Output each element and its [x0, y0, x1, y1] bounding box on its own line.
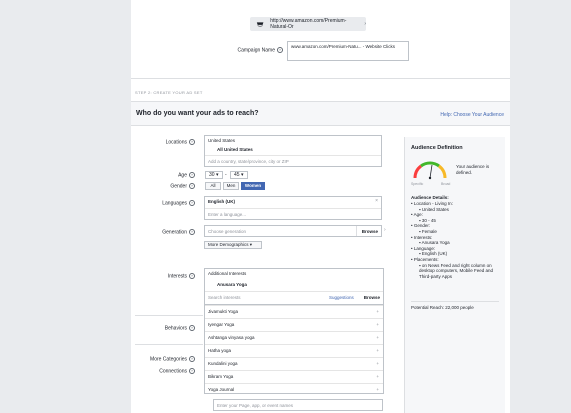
- audience-title: Audience Definition: [411, 145, 463, 151]
- age-min-select[interactable]: 30 ▾: [205, 171, 223, 179]
- audience-status: Your audience is defined.: [456, 164, 490, 175]
- help-icon[interactable]: ?: [189, 139, 195, 145]
- age-separator: -: [225, 172, 227, 178]
- interests-browse-button[interactable]: Browse: [364, 295, 380, 300]
- generation-browse-button[interactable]: Browse: [362, 229, 378, 234]
- campaign-name-label: Campaign Name?: [227, 47, 283, 53]
- gauge-label-specific: Specific: [411, 182, 424, 186]
- suggestions-link[interactable]: Suggestions: [329, 295, 354, 300]
- campaign-name-value: www.amazon.com/Premium-Natu... - Website…: [291, 44, 395, 49]
- amazon-smile-icon: [256, 22, 264, 27]
- list-item[interactable]: Bikram Yoga +: [205, 370, 383, 382]
- audience-details-list: • Location - Living In: ▪ United States …: [411, 201, 503, 279]
- help-icon[interactable]: ?: [189, 172, 195, 178]
- add-icon: +: [376, 322, 379, 327]
- divider: [135, 315, 203, 316]
- gender-women-button[interactable]: Women: [241, 182, 265, 190]
- list-item[interactable]: Iyengar Yoga +: [205, 318, 383, 330]
- language-selected: English (UK): [208, 199, 235, 204]
- more-categories-label: More Categories?: [131, 356, 195, 362]
- url-preview[interactable]: http://www.amazon.com/Premium-Natural-Or…: [250, 17, 366, 31]
- audience-gauge-icon: [413, 161, 447, 180]
- audience-details-title: Audience Details:: [411, 195, 449, 200]
- help-icon[interactable]: ?: [189, 356, 195, 362]
- connections-input[interactable]: Enter your Page, app, or event names: [213, 399, 383, 411]
- add-icon: +: [376, 309, 379, 314]
- more-demographics-button[interactable]: More Demographics ▾: [204, 241, 262, 249]
- connections-placeholder: Enter your Page, app, or event names: [217, 403, 294, 408]
- help-icon[interactable]: ?: [189, 183, 195, 189]
- list-item[interactable]: Hatha yoga +: [205, 344, 383, 356]
- list-item[interactable]: Jivamukti Yoga +: [205, 305, 383, 317]
- help-icon[interactable]: ?: [277, 47, 283, 53]
- interest-search-input[interactable]: Search interests Suggestions Browse: [205, 291, 383, 305]
- locations-label: Locations?: [131, 139, 195, 145]
- interests-header: Additional Interests: [208, 271, 247, 276]
- add-icon: +: [376, 387, 379, 392]
- campaign-section: http://www.amazon.com/Premium-Natural-Or…: [131, 0, 510, 79]
- divider: [135, 344, 203, 345]
- add-icon: +: [376, 348, 379, 353]
- location-placeholder: Add a country, state/province, city or Z…: [208, 159, 289, 164]
- locations-box: United States All United States Add a co…: [204, 135, 382, 167]
- languages-label: Languages?: [131, 200, 195, 206]
- add-icon: +: [376, 361, 379, 366]
- help-icon[interactable]: ?: [189, 229, 195, 235]
- divider: [411, 301, 499, 302]
- location-included: All United States: [217, 147, 253, 152]
- location-search-input[interactable]: Add a country, state/province, city or Z…: [205, 155, 381, 168]
- help-choose-audience-link[interactable]: Help: Choose Your Audience: [440, 112, 504, 118]
- behaviors-label: Behaviors?: [131, 325, 195, 331]
- generation-label: Generation?: [131, 229, 195, 235]
- campaign-name-input[interactable]: www.amazon.com/Premium-Natu... - Website…: [287, 41, 409, 61]
- age-max-select[interactable]: 45 ▾: [230, 171, 248, 179]
- interest-selected: Anusara Yoga: [217, 282, 247, 287]
- divider: [356, 226, 357, 236]
- interest-search-placeholder: Search interests: [208, 295, 241, 300]
- interests-box: Additional Interests Anusara Yoga Search…: [204, 268, 384, 394]
- info-icon: ›: [384, 227, 386, 233]
- chevron-right-icon: ›: [364, 21, 366, 27]
- potential-reach: Potential Reach: 22,000 people: [411, 305, 474, 310]
- help-icon[interactable]: ?: [189, 325, 195, 331]
- audience-header: Who do you want your ads to reach? Help:…: [131, 101, 510, 126]
- age-label: Age?: [131, 172, 195, 178]
- language-placeholder: Enter a language...: [208, 212, 247, 217]
- gender-men-button[interactable]: Men: [223, 182, 239, 190]
- audience-definition-card: Audience Definition Specific Broad Your …: [404, 137, 505, 413]
- list-item[interactable]: Ashtanga vinyasa yoga +: [205, 331, 383, 343]
- gauge-label-broad: Broad: [441, 182, 451, 186]
- help-icon[interactable]: ?: [189, 200, 195, 206]
- url-text: http://www.amazon.com/Premium-Natural-Or: [270, 18, 347, 30]
- section-label: STEP 2: CREATE YOUR AD SET: [135, 90, 203, 95]
- form-panel: http://www.amazon.com/Premium-Natural-Or…: [131, 0, 510, 413]
- help-icon[interactable]: ?: [189, 368, 195, 374]
- gender-all-button[interactable]: All: [205, 182, 221, 190]
- detail-subitem: ▪ on News Feed and right column on deskt…: [419, 262, 494, 279]
- help-icon[interactable]: ?: [189, 273, 195, 279]
- list-item[interactable]: Yoga Journal +: [205, 383, 383, 393]
- page-title: Who do you want your ads to reach?: [136, 110, 259, 117]
- language-input[interactable]: Enter a language...: [205, 208, 381, 221]
- remove-language-icon[interactable]: ×: [375, 198, 378, 204]
- generation-placeholder: Choose generation: [208, 229, 247, 234]
- add-icon: +: [376, 335, 379, 340]
- gender-label: Gender?: [131, 183, 195, 189]
- add-icon: +: [376, 374, 379, 379]
- interests-label: Interests?: [131, 273, 195, 279]
- languages-box: English (UK) × Enter a language...: [204, 196, 382, 220]
- connections-label: Connections?: [131, 368, 195, 374]
- location-country: United States: [208, 138, 236, 143]
- list-item[interactable]: Kundalini yoga +: [205, 357, 383, 369]
- generation-input[interactable]: Choose generation Browse: [204, 225, 382, 237]
